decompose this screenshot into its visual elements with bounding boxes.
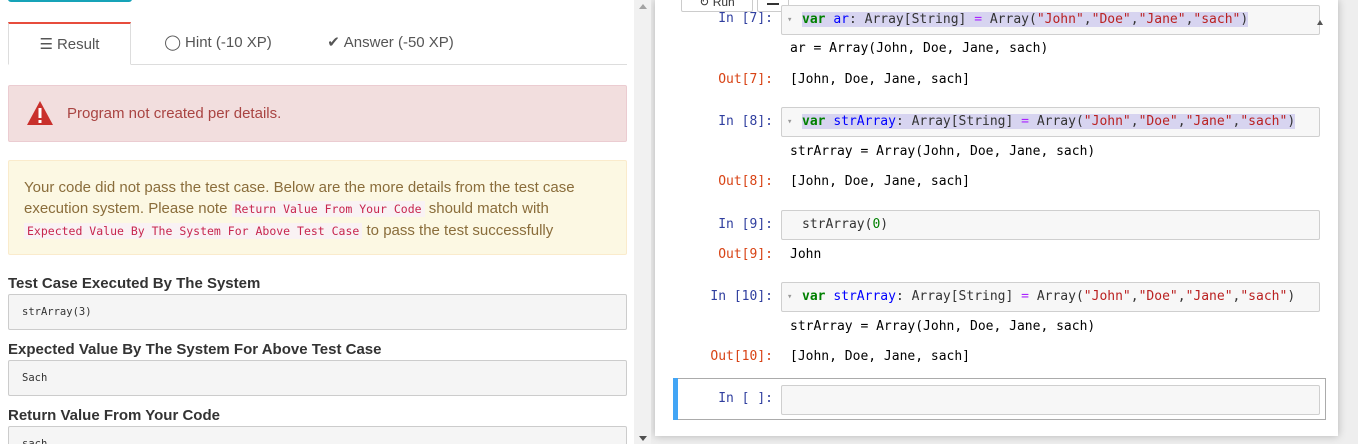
code-cell-input[interactable]: ▾ var ar: Array[String] = Array("John","D… [781,5,1320,35]
fold-arrow-icon[interactable]: ▾ [787,108,792,136]
code-cell-input[interactable]: ▾ var strArray: Array[String] = Array("Jo… [781,282,1320,312]
in-prompt: In [7]: [718,11,773,26]
fold-arrow-icon[interactable]: ▾ [787,6,792,34]
empty-code-input[interactable] [781,385,1320,415]
info-message: Your code did not pass the test case. Be… [8,160,627,255]
expected-label: Expected Value By The System For Above T… [8,341,382,358]
lightbulb-icon: ◯ [164,34,182,51]
in-prompt: In [9]: [718,217,773,232]
tab-bar: ☰ Result ◯ Hint (-10 XP) ✔ Answer (-50 XP) [8,22,627,65]
cell-stdout: strArray = Array(John, Doe, Jane, sach) [790,144,1096,159]
checkmark-icon: ✔ [327,34,340,51]
cell-stdout: strArray = Array(John, Doe, Jane, sach) [790,319,1096,334]
out-prompt: Out[8]: [718,174,773,189]
in-prompt: In [ ]: [718,391,773,406]
scroll-down-arrow-icon[interactable] [639,436,647,441]
in-prompt: In [8]: [718,114,773,129]
code-cell-input[interactable]: strArray(0) [781,210,1320,240]
left-scrollbar[interactable] [634,0,651,444]
tab-result[interactable]: ☰ Result [8,22,131,65]
inline-code: Return Value From Your Code [231,201,425,217]
selected-code: var ar: Array[String] = Array("John","Do… [802,12,1249,27]
cell-output: [John, Doe, Jane, sach] [790,349,971,364]
cell-stdout: ar = Array(John, Doe, Jane, sach) [790,41,1049,56]
in-prompt: In [10]: [710,289,773,304]
alert-text: Program not created per details. [67,105,282,122]
tab-answer[interactable]: ✔ Answer (-50 XP) [323,22,458,64]
expected-value: Sach [8,360,627,396]
top-button[interactable] [8,0,132,2]
cell-output: [John, Doe, Jane, sach] [790,174,971,189]
result-panel: ☰ Result ◯ Hint (-10 XP) ✔ Answer (-50 XP) … [0,0,634,444]
test-case-label: Test Case Executed By The System [8,275,261,292]
code-cell-input[interactable]: ▾ var strArray: Array[String] = Array("Jo… [781,107,1320,137]
list-icon: ☰ [39,36,53,53]
out-prompt: Out[9]: [718,247,773,262]
out-prompt: Out[10]: [710,349,773,364]
error-alert: Program not created per details. [8,85,627,142]
notebook-area: ↻ Run In [7]: ▾ var ar: Array[String] = A… [651,0,1358,444]
test-case-value: strArray(3) [8,294,627,330]
inline-code: Expected Value By The System For Above T… [24,223,363,239]
notebook-container: ↻ Run In [7]: ▾ var ar: Array[String] = A… [655,0,1338,436]
scroll-up-arrow-icon[interactable] [639,4,647,9]
selected-code: var strArray: Array[String] = Array("Joh… [802,114,1296,129]
return-label: Return Value From Your Code [8,407,220,424]
cell-output: John [790,247,822,262]
cell-output: [John, Doe, Jane, sach] [790,72,971,87]
run-icon: ↻ [699,0,710,9]
tab-hint[interactable]: ◯ Hint (-10 XP) [163,22,273,64]
warning-icon [27,101,53,125]
notebook-scroll-up-icon[interactable] [1317,20,1323,25]
return-value: sach [8,426,627,444]
out-prompt: Out[7]: [718,72,773,87]
fold-arrow-icon[interactable]: ▾ [787,283,792,311]
